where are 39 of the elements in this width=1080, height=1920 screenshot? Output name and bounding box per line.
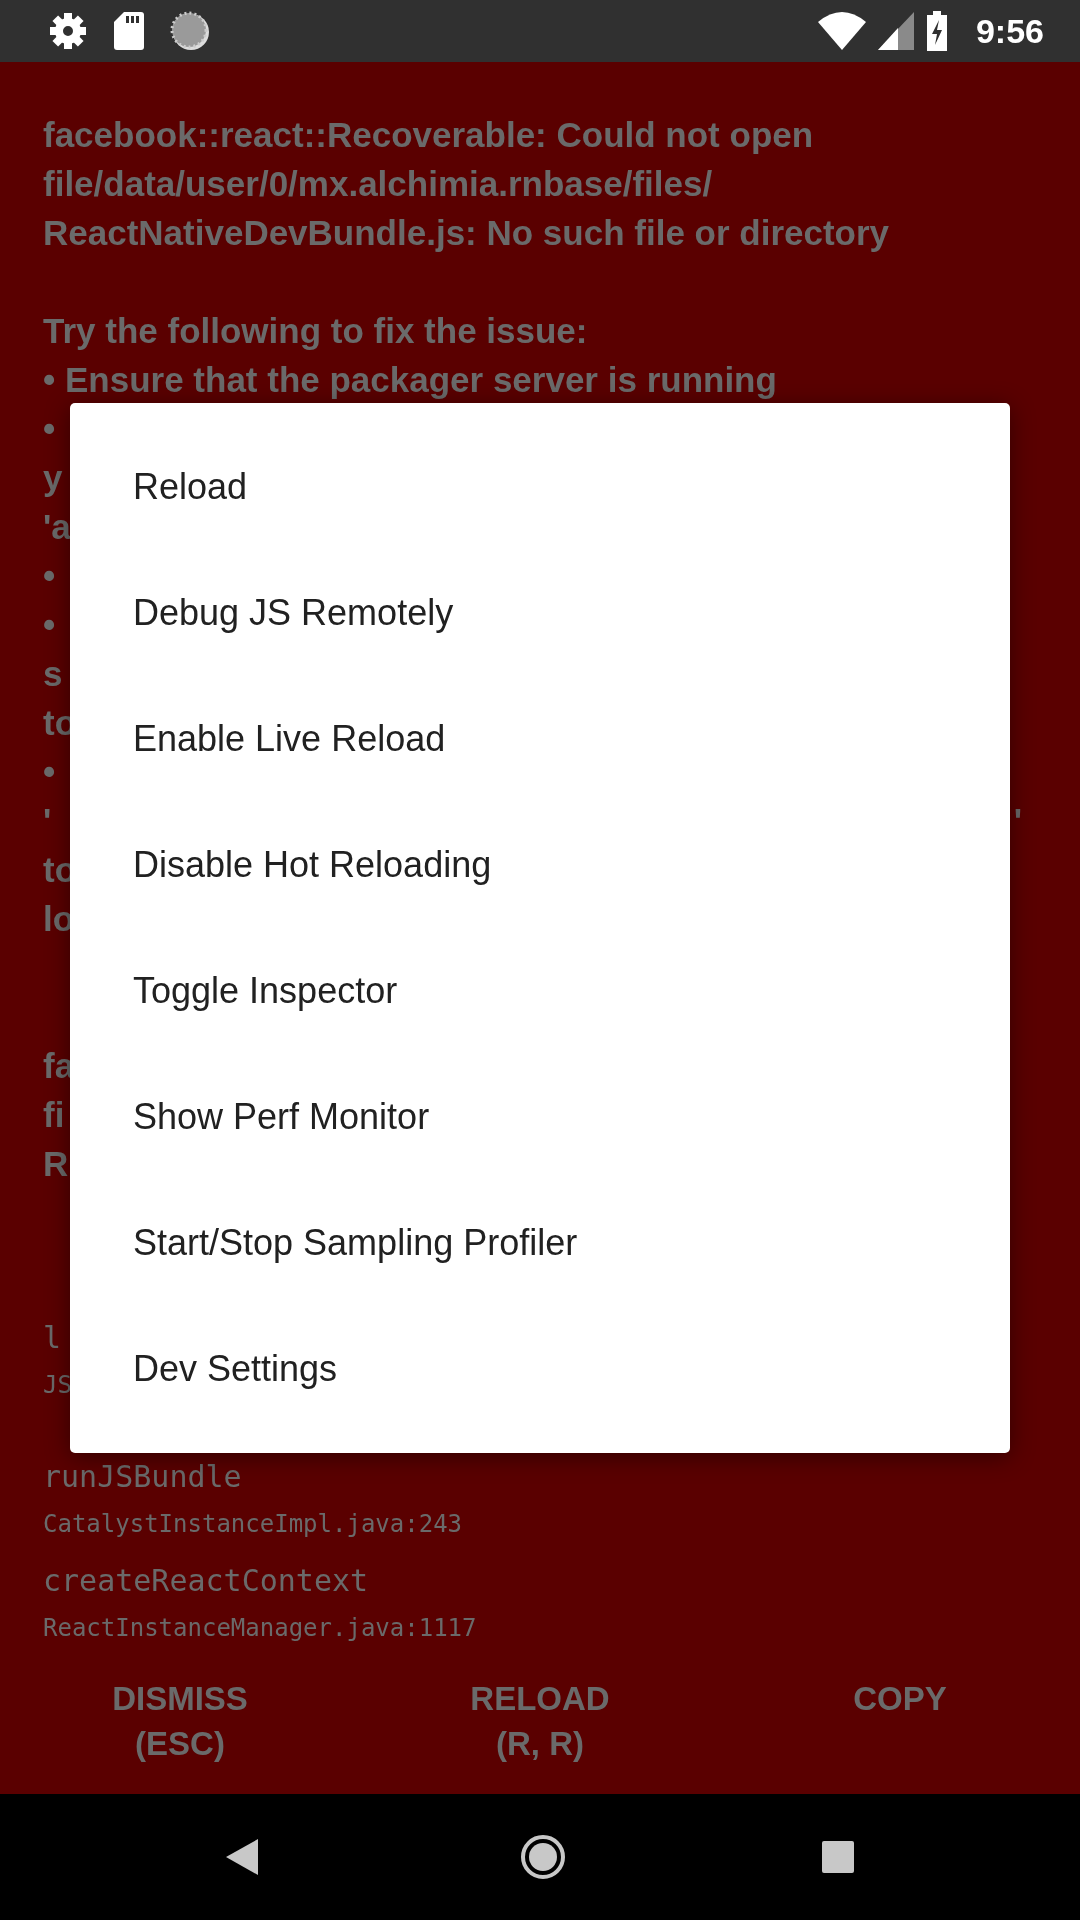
home-icon[interactable] (520, 1834, 566, 1880)
menu-item[interactable]: Dev Settings (70, 1306, 1010, 1432)
battery-charging-icon (925, 11, 948, 51)
error-text: • (43, 751, 56, 793)
loading-circle-icon (170, 11, 210, 51)
error-text: ' (43, 800, 52, 842)
signal-icon (877, 12, 914, 50)
error-text: • Ensure that the packager server is running (43, 359, 777, 401)
wifi-icon (817, 12, 866, 50)
stack-method: runJSBundle (43, 1458, 242, 1496)
error-text: ' (1013, 800, 1022, 842)
error-text: facebook::react::Recoverable: Could not open (43, 114, 814, 156)
stack-file: JS (43, 1370, 72, 1401)
menu-item[interactable]: Debug JS Remotely (70, 550, 1010, 676)
menu-item[interactable]: Toggle Inspector (70, 928, 1010, 1054)
error-text: y (43, 457, 63, 499)
stack-file: ReactInstanceManager.java:1117 (43, 1613, 477, 1644)
stack-method: l (43, 1319, 62, 1357)
error-text: R (43, 1143, 69, 1185)
sd-card-icon (114, 12, 144, 50)
menu-item[interactable]: Show Perf Monitor (70, 1054, 1010, 1180)
error-text: • (43, 408, 56, 450)
settings-icon (48, 11, 88, 51)
stack-method: createReactContext (43, 1562, 369, 1600)
clock-time: 9:56 (975, 11, 1044, 51)
stack-file: CatalystInstanceImpl.java:243 (43, 1509, 463, 1540)
error-text: file/data/user/0/mx.alchimia.rnbase/files/ (43, 163, 713, 205)
error-text: fi (43, 1094, 65, 1136)
error-text: • (43, 555, 56, 597)
menu-item[interactable]: Disable Hot Reloading (70, 802, 1010, 928)
error-text: s (43, 653, 63, 695)
back-icon[interactable] (226, 1839, 258, 1875)
menu-item[interactable]: Enable Live Reload (70, 676, 1010, 802)
menu-item[interactable]: Reload (70, 424, 1010, 550)
error-text: ReactNativeDevBundle.js: No such file or directory (43, 212, 890, 254)
error-text: • (43, 604, 56, 646)
error-text: Try the following to fix the issue: (43, 310, 588, 352)
menu-item[interactable]: Start/Stop Sampling Profiler (70, 1180, 1010, 1306)
error-text: 'a (43, 506, 71, 548)
